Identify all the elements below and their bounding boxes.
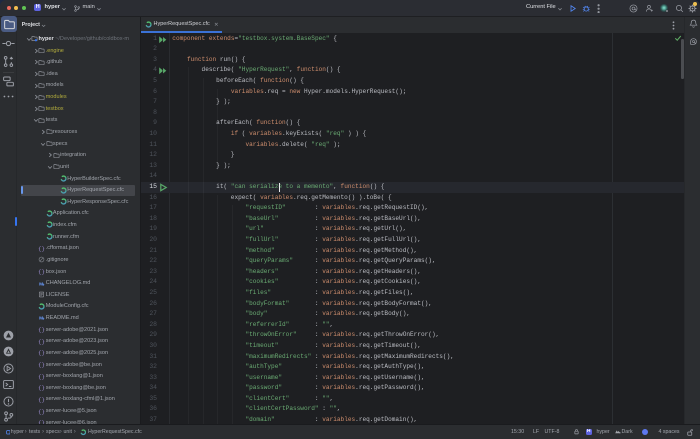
svg-text:{}: {} [38, 338, 45, 345]
svg-text:{}: {} [38, 385, 45, 392]
svg-text:M: M [39, 281, 43, 287]
svg-text:{}: {} [38, 350, 45, 357]
svg-text:{}: {} [38, 396, 45, 403]
svg-text:{}: {} [38, 373, 45, 380]
svg-text:{}: {} [38, 408, 45, 415]
svg-text:{}: {} [38, 268, 45, 275]
svg-text:{}: {} [38, 245, 45, 252]
svg-text:M: M [39, 316, 43, 322]
svg-text:{}: {} [38, 326, 45, 333]
svg-text:{}: {} [38, 361, 45, 368]
